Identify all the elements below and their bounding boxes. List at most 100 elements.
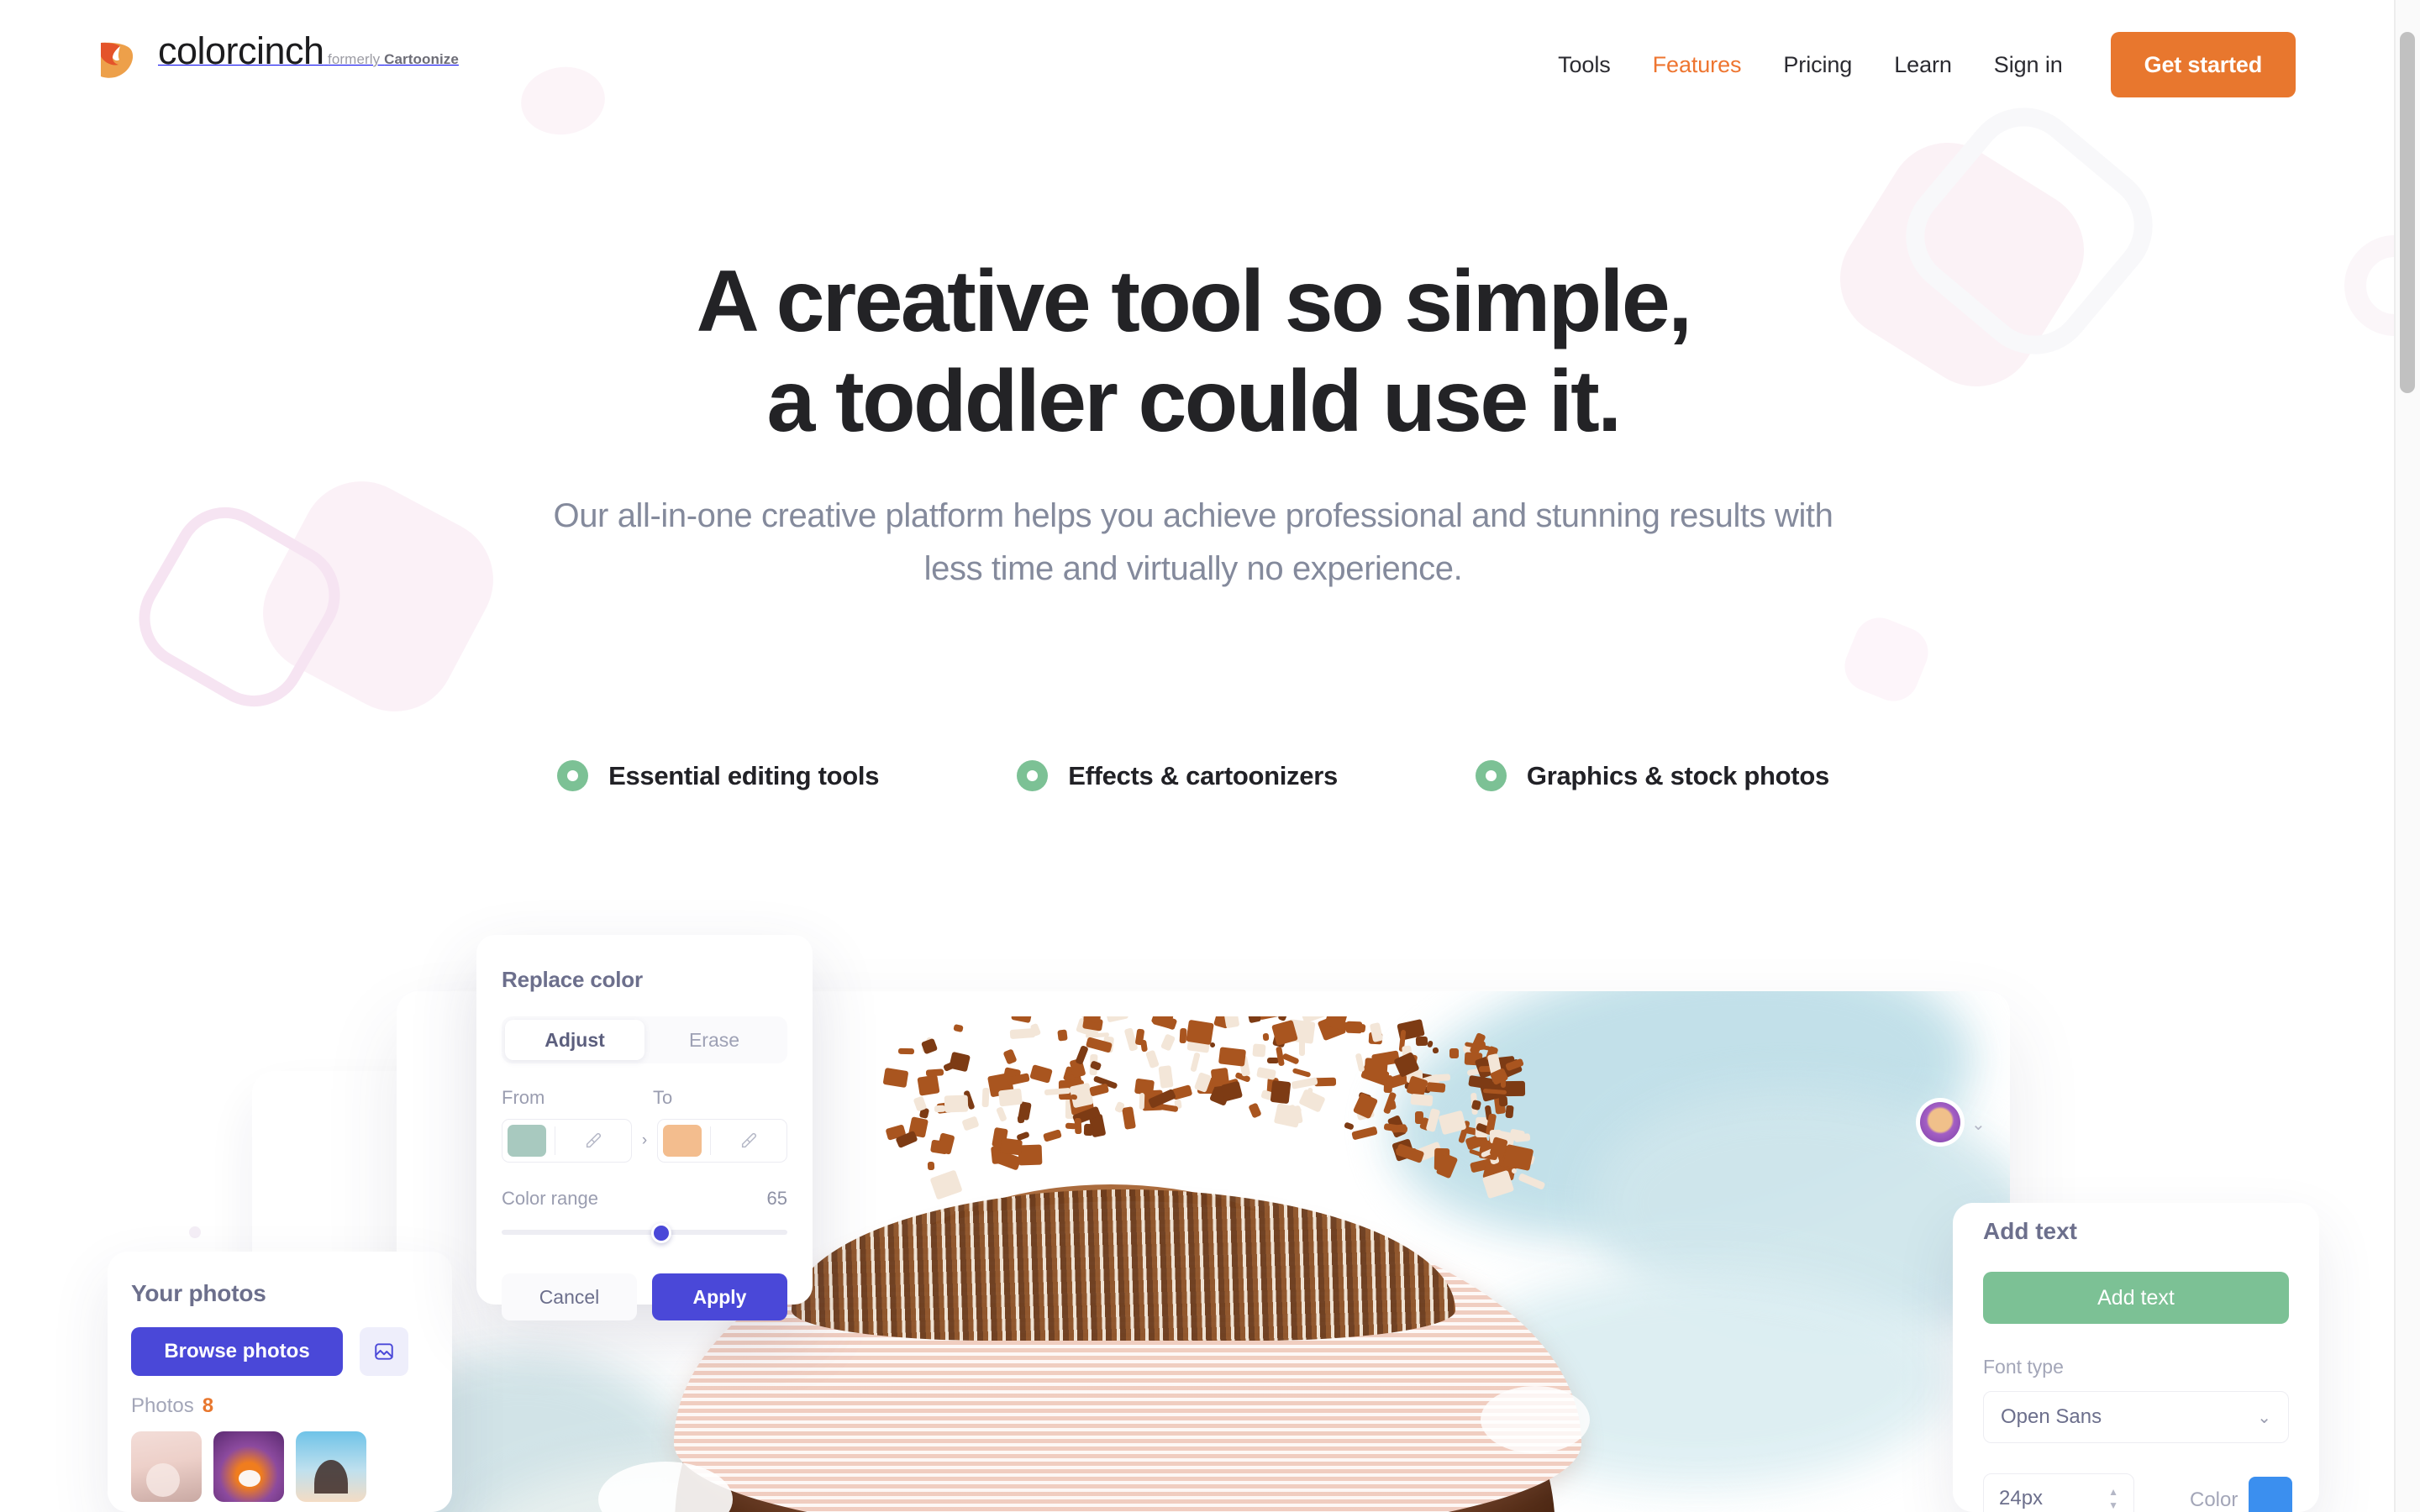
photo-thumbnail[interactable] <box>131 1431 202 1502</box>
glitch-shard <box>1427 1039 1434 1048</box>
glitch-shard <box>1364 1057 1388 1080</box>
cartoonize-glitch-effect <box>758 1016 1649 1235</box>
nav-link-learn[interactable]: Learn <box>1873 52 1973 78</box>
chevron-down-icon: ⌄ <box>2257 1408 2271 1427</box>
browse-row: Browse photos <box>131 1327 429 1376</box>
check-ring-icon <box>1475 760 1507 791</box>
panel-title: Your photos <box>131 1280 266 1306</box>
glitch-shard <box>1028 1063 1054 1084</box>
glitch-shard <box>1425 1107 1441 1132</box>
to-color-field[interactable] <box>656 1119 788 1163</box>
text-color-swatch[interactable] <box>2249 1477 2292 1512</box>
glitch-shard <box>1160 1033 1176 1052</box>
from-label: From <box>502 1087 545 1108</box>
glitch-shard <box>1190 1051 1202 1073</box>
font-family-select[interactable]: Open Sans ⌄ <box>1983 1391 2289 1443</box>
glitch-shard <box>960 1116 980 1132</box>
color-swatch-row: › <box>502 1119 788 1163</box>
glitch-shard <box>1292 1067 1312 1078</box>
text-color-label: Color <box>2190 1488 2238 1511</box>
logo-wordmark: colorcinch <box>158 29 324 72</box>
eyedropper-icon[interactable] <box>711 1131 786 1150</box>
hero-title: A creative tool so simple, a toddler cou… <box>0 252 2386 451</box>
logo-tagline-prefix: formerly <box>328 51 385 67</box>
glitch-shard <box>1218 1047 1246 1067</box>
color-range-slider[interactable] <box>502 1223 787 1243</box>
font-family-value: Open Sans <box>2001 1405 2102 1428</box>
glitch-shard <box>1273 1103 1302 1129</box>
panel-actions: Cancel Apply <box>502 1273 787 1320</box>
glitch-shard <box>1122 1105 1137 1130</box>
stepper-down-icon[interactable]: ▼ <box>2108 1500 2118 1510</box>
glitch-shard <box>1150 1016 1177 1031</box>
from-to-labels: From To <box>502 1087 787 1109</box>
eyedropper-icon[interactable] <box>555 1131 631 1150</box>
stepper-arrows-icon[interactable]: ▲ ▼ <box>2108 1487 2118 1510</box>
glitch-shard <box>1145 1050 1160 1069</box>
feature-label: Effects & cartoonizers <box>1068 760 1338 790</box>
browse-photos-button[interactable]: Browse photos <box>131 1327 343 1376</box>
glitch-shard <box>898 1048 914 1055</box>
logo-link[interactable]: colorcinch formerly Cartoonize <box>92 32 459 83</box>
glitch-shard <box>1518 1173 1545 1190</box>
page-root: colorcinch formerly Cartoonize Tools Fea… <box>0 0 2420 1512</box>
glitch-shard <box>1158 1065 1174 1089</box>
hero-section: A creative tool so simple, a toddler cou… <box>0 252 2386 596</box>
glitch-shard <box>1426 1082 1446 1093</box>
photo-thumbnail[interactable] <box>296 1431 366 1502</box>
glitch-shard <box>997 1088 1023 1107</box>
tab-erase[interactable]: Erase <box>644 1020 784 1060</box>
glitch-shard <box>917 1074 940 1096</box>
font-size-stepper[interactable]: 24px ▲ ▼ <box>1983 1473 2134 1512</box>
to-label: To <box>653 1087 673 1108</box>
logo-text-block: colorcinch formerly Cartoonize <box>158 32 459 70</box>
glitch-shard <box>1186 1020 1215 1046</box>
glitch-shard <box>942 1060 959 1073</box>
add-text-button[interactable]: Add text <box>1983 1272 2289 1324</box>
page-scrollbar-thumb[interactable] <box>2400 32 2415 393</box>
feature-item-editing-tools: Essential editing tools <box>557 760 879 791</box>
photo-thumbnail-list <box>131 1431 429 1502</box>
to-color-chip[interactable] <box>662 1125 702 1157</box>
logo-tagline-brand: Cartoonize <box>384 51 459 67</box>
tab-adjust[interactable]: Adjust <box>505 1020 644 1060</box>
color-range-row: Color range 65 <box>502 1188 787 1210</box>
arrow-icon: › <box>641 1131 648 1149</box>
nav-link-tools[interactable]: Tools <box>1537 52 1632 78</box>
stepper-up-icon[interactable]: ▲ <box>2108 1487 2118 1497</box>
font-size-value: 24px <box>1999 1487 2044 1509</box>
glitch-shard <box>929 1168 963 1200</box>
replace-color-tabs: Adjust Erase <box>502 1016 787 1063</box>
cancel-button[interactable]: Cancel <box>502 1273 637 1320</box>
slider-thumb[interactable] <box>651 1223 672 1243</box>
glitch-shard <box>1248 1102 1262 1119</box>
feature-item-graphics: Graphics & stock photos <box>1475 760 1829 791</box>
nav-link-features[interactable]: Features <box>1632 52 1763 78</box>
photo-thumbnail[interactable] <box>213 1431 284 1502</box>
nav-link-pricing[interactable]: Pricing <box>1762 52 1873 78</box>
get-started-button[interactable]: Get started <box>2110 32 2296 97</box>
from-color-field[interactable] <box>502 1119 633 1163</box>
glitch-shard <box>1015 1131 1030 1142</box>
chevron-down-icon[interactable]: ⌄ <box>1971 1114 1986 1135</box>
glitch-shard <box>1139 1093 1145 1110</box>
font-type-label: Font type <box>1983 1356 2064 1378</box>
hero-title-line-2: a toddler could use it. <box>766 352 1623 450</box>
nav-link-sign-in[interactable]: Sign in <box>1973 52 2084 78</box>
from-color-chip[interactable] <box>508 1125 546 1157</box>
glitch-shard <box>1262 1032 1270 1042</box>
decorative-shape-right <box>1837 610 1936 709</box>
user-avatar[interactable] <box>1920 1102 1960 1142</box>
add-text-panel: Add text Add text Font type Open Sans ⌄ … <box>1953 1203 2319 1512</box>
apply-button[interactable]: Apply <box>652 1273 787 1320</box>
replace-color-panel: Replace color Adjust Erase From To › Col… <box>476 935 813 1320</box>
hero-subtitle: Our all-in-one creative platform helps y… <box>553 497 1833 588</box>
glitch-shard <box>1010 1016 1032 1024</box>
glitch-shard <box>1291 1077 1319 1090</box>
glitch-shard <box>1223 1016 1240 1029</box>
image-upload-icon[interactable] <box>360 1327 408 1376</box>
glitch-shard <box>1103 1016 1128 1022</box>
glitch-shard <box>1430 1074 1451 1083</box>
glitch-shard <box>1351 1126 1379 1141</box>
glitch-shard <box>1255 1067 1276 1081</box>
